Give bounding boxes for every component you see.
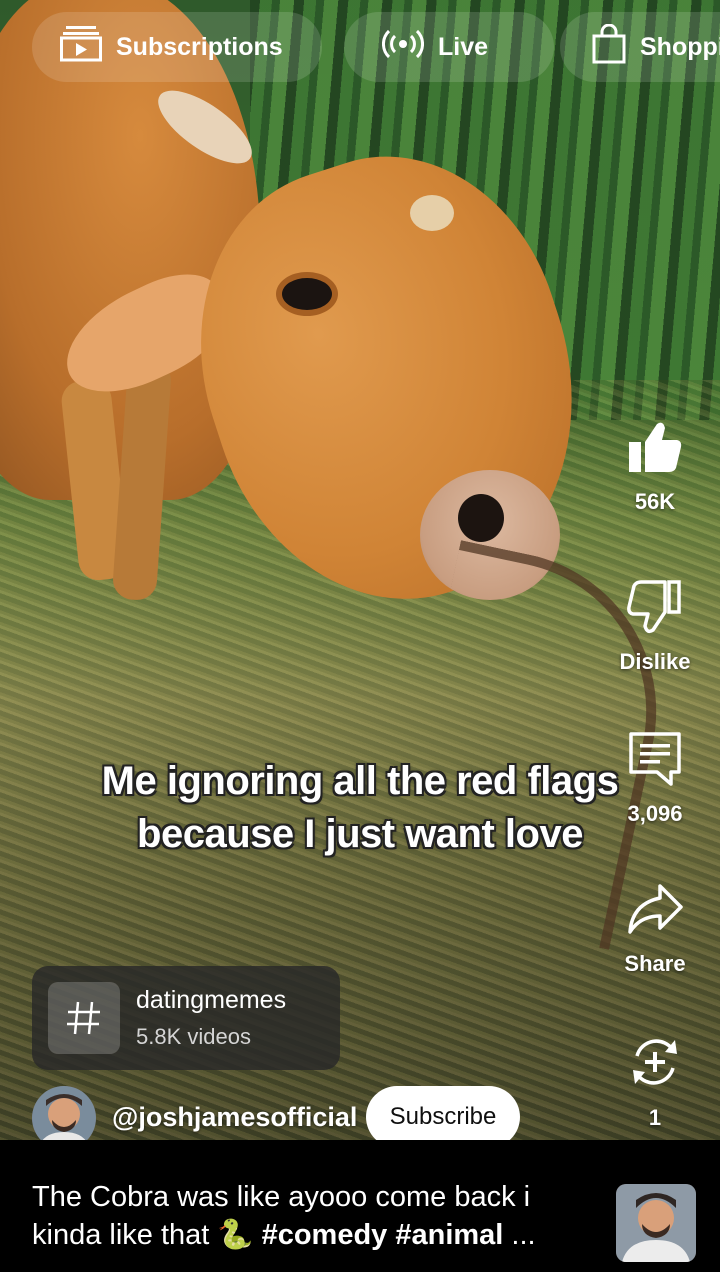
channel-handle[interactable]: @joshjamesofficial (112, 1102, 357, 1133)
remix-icon (627, 1034, 683, 1095)
cow-eye (282, 278, 332, 310)
dislike-label: Dislike (619, 649, 691, 674)
description-ellipsis: ... (511, 1219, 536, 1251)
shopping-label: Shopping (640, 32, 720, 61)
share-label: Share (624, 951, 686, 976)
hashtag-video-count: 5.8K videos (136, 1024, 251, 1049)
dislike-icon (627, 578, 683, 639)
hashtag-card[interactable]: datingmemes 5.8K videos (32, 966, 340, 1070)
subscribe-button[interactable]: Subscribe (366, 1086, 520, 1148)
shorts-screen: Subscriptions Live Shopping 56K Di (0, 0, 720, 1272)
live-chip[interactable]: Live (344, 12, 554, 82)
dislike-button[interactable]: Dislike (590, 578, 720, 675)
hashtag-title: datingmemes (136, 986, 287, 1014)
subscriptions-icon (60, 25, 102, 69)
top-nav: Subscriptions Live Shopping (32, 12, 720, 84)
video-description: The Cobra was like ayooo come back i kin… (32, 1178, 592, 1254)
description-panel[interactable]: The Cobra was like ayooo come back i kin… (0, 1140, 720, 1272)
share-icon (626, 882, 684, 941)
comment-icon (627, 730, 683, 791)
shopping-chip[interactable]: Shopping (560, 12, 720, 82)
cow-nostril (458, 494, 504, 542)
like-button[interactable]: 56K (590, 420, 720, 515)
description-hashtags: #comedy #animal (261, 1219, 504, 1251)
live-icon (382, 29, 424, 66)
like-icon (627, 420, 683, 479)
live-label: Live (438, 32, 489, 61)
hashtag-icon (48, 982, 120, 1054)
share-button[interactable]: Share (590, 882, 720, 977)
like-count: 56K (634, 489, 676, 514)
video-caption: Me ignoring all the red flags because I … (101, 759, 619, 856)
remix-count: 1 (648, 1105, 662, 1130)
next-video-thumbnail[interactable] (616, 1184, 696, 1262)
subscriptions-chip[interactable]: Subscriptions (32, 12, 322, 82)
comment-count: 3,096 (627, 801, 683, 826)
shopping-bag-icon (592, 23, 626, 71)
remix-button[interactable]: 1 (590, 1034, 720, 1131)
cow-horn (410, 195, 454, 231)
subscriptions-label: Subscriptions (116, 32, 283, 61)
